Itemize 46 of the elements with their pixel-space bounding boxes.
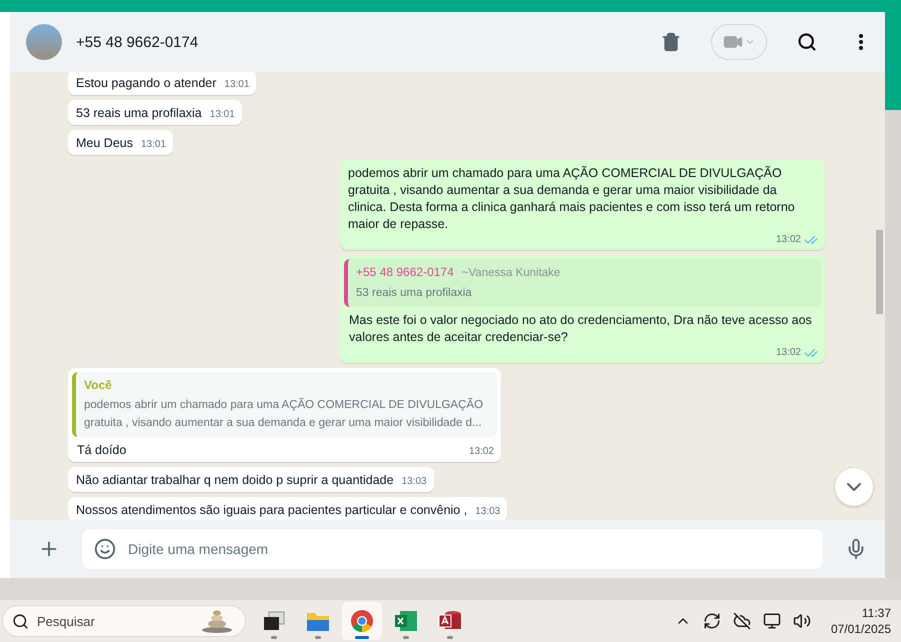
contact-name: +55 48 9662-0174	[76, 34, 200, 50]
message-time: 13:01	[140, 138, 166, 152]
message-text: Tá doído	[77, 442, 126, 459]
quote-text: podemos abrir um chamado para uma AÇÃO COMERCIAL DE DIVULGAÇÃO gratuita , visando aumentar a sua demanda e gerar uma maior visibilidade d...	[84, 396, 484, 431]
message-text: Nossos atendimentos são iguais para pacientes particular e convênio ,	[76, 502, 468, 519]
search-icon	[797, 32, 817, 52]
quoted-message[interactable]: Você podemos abrir um chamado para uma AÇÃO COMERCIAL DE DIVULGAÇÃO gratuita , visando aumentar a sua demanda e gerar uma maior visibilidade d...	[72, 372, 497, 437]
folder-icon	[306, 610, 330, 632]
message-text: Mas este foi o valor negociado no ato do credenciamento, Dra não teve acesso aos valores antes de aceitar credenciar-se?	[349, 312, 813, 346]
message-text: Meu Deus	[76, 135, 133, 152]
quote-text: 53 reais uma profilaxia	[356, 286, 473, 301]
taskbar-search-field[interactable]: Pesquisar	[2, 605, 246, 637]
message-time: 13:02	[776, 233, 801, 247]
message-text: 53 reais uma profilaxia	[76, 105, 202, 122]
windows-icon	[263, 611, 285, 631]
message-time: 13:03	[402, 475, 427, 489]
stones-icon	[200, 609, 234, 633]
sync-icon[interactable]	[702, 612, 721, 630]
clock-date: 07/01/2025	[830, 621, 891, 637]
search-icon	[12, 613, 29, 630]
message-time: 13:02	[468, 445, 494, 459]
clock-time: 11:37	[862, 605, 891, 621]
cloud-off-icon[interactable]	[732, 612, 751, 630]
scrollbar-thumb[interactable]	[876, 230, 883, 314]
contact-avatar[interactable]	[26, 24, 62, 60]
message-time: 13:03	[475, 505, 500, 519]
quoted-message[interactable]: +55 48 9662-0174 ~Vanessa Kunitake 53 reais uma profilaxia	[344, 259, 821, 307]
network-icon[interactable]	[762, 612, 781, 630]
message-text: podemos abrir um chamado para uma AÇÃO COMERCIAL DE DIVULGAÇÃO gratuita , visando aumentar a sua demanda e gerar uma maior visibilidade da clinica. Desta forma a clinica ganhará mais pacientes e com isso terá um retorno maior de repasse.	[348, 165, 796, 233]
message-text: Não adiantar trabalhar q nem doido p suprir a quantidade	[76, 472, 394, 489]
message-time: 13:02	[776, 346, 801, 360]
message-time: 13:01	[210, 108, 235, 122]
message-text: Estou pagando o atender	[76, 75, 216, 92]
scroll-down-button[interactable]	[835, 468, 873, 506]
quote-author: Você	[84, 378, 112, 392]
quote-author-name: ~Vanessa Kunitake	[462, 267, 560, 279]
volume-icon[interactable]	[792, 612, 811, 630]
taskbar-clock[interactable]: 11:37 07/01/2025	[830, 605, 891, 637]
trash-icon	[661, 32, 681, 52]
spreadsheet-icon	[394, 610, 418, 632]
browser-icon	[350, 609, 374, 633]
message-time: 13:01	[224, 78, 250, 92]
quote-author: +55 48 9662-0174	[356, 265, 454, 279]
sticker-icon[interactable]	[94, 538, 116, 560]
menu-icon	[859, 34, 863, 50]
message-input[interactable]: Digite uma mensagem	[82, 529, 823, 569]
